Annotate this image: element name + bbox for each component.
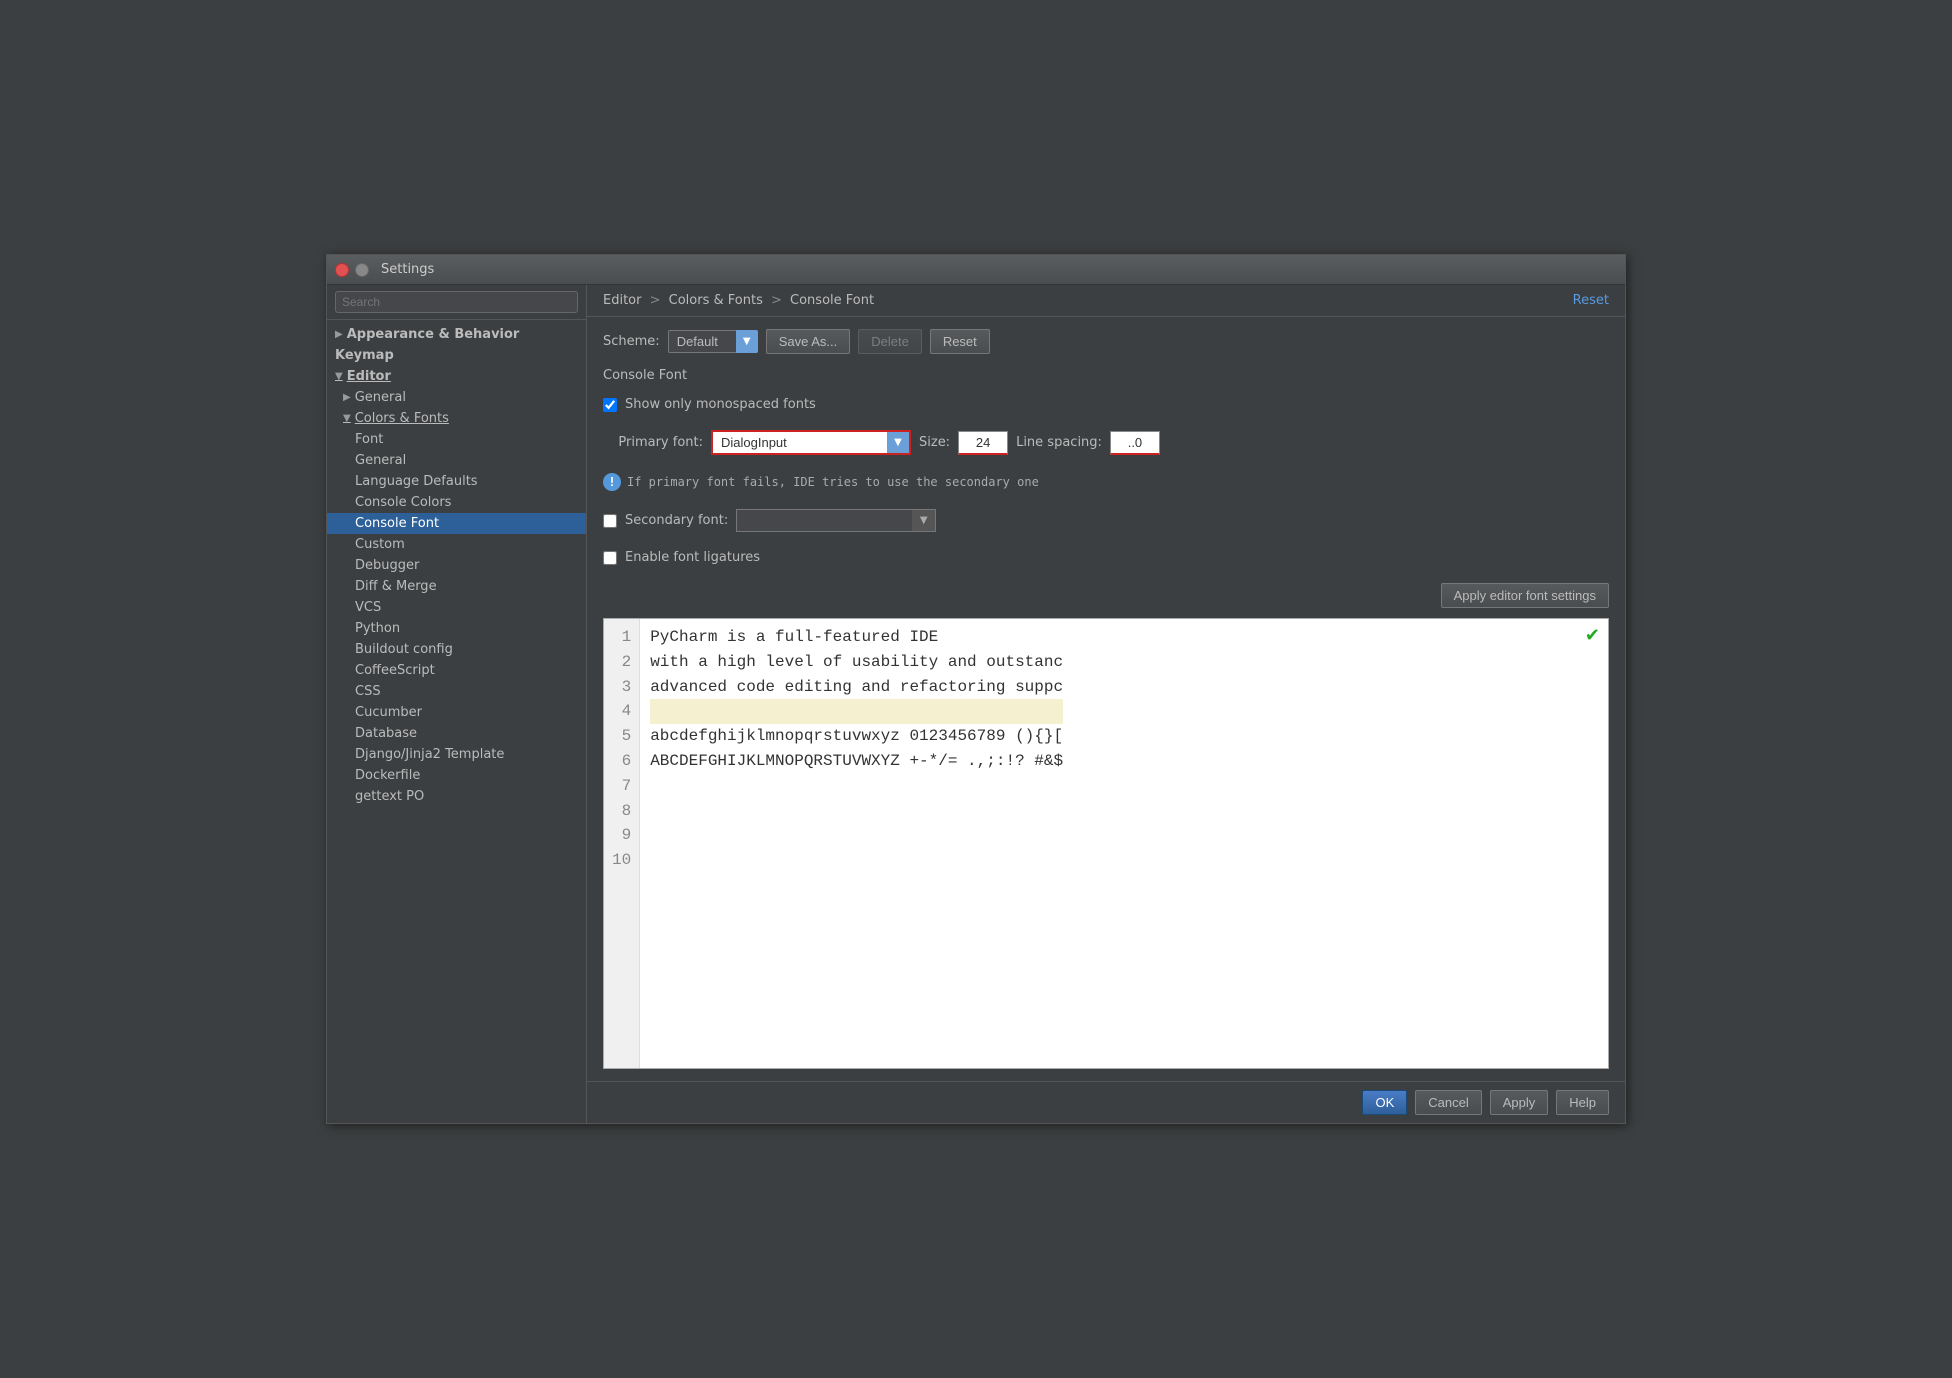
secondary-font-row: Secondary font: ▼ <box>603 509 1609 532</box>
ligatures-row: Enable font ligatures <box>603 550 1609 565</box>
check-mark-icon: ✔ <box>1585 625 1600 646</box>
preview-content: 1 2 3 4 5 6 7 8 9 10 PyCharm is a <box>604 619 1608 1068</box>
save-as-button[interactable]: Save As... <box>766 329 851 354</box>
sidebar-item-general2[interactable]: General <box>327 450 586 471</box>
section-title: Console Font <box>603 368 1609 383</box>
show-monospaced-label[interactable]: Show only monospaced fonts <box>625 397 816 412</box>
arrow-icon: ▶ <box>343 392 351 403</box>
primary-font-row: Primary font: ▼ Size: Line spacing: <box>603 430 1609 455</box>
show-monospaced-checkbox[interactable] <box>603 398 617 412</box>
help-button[interactable]: Help <box>1556 1090 1609 1115</box>
apply-button[interactable]: Apply <box>1490 1090 1549 1115</box>
reset-link[interactable]: Reset <box>1573 293 1609 308</box>
arrow-icon: ▼ <box>343 413 351 424</box>
sidebar-item-gettext[interactable]: gettext PO <box>327 786 586 807</box>
info-message: If primary font fails, IDE tries to use … <box>627 475 1039 489</box>
info-row: ! If primary font fails, IDE tries to us… <box>603 473 1609 491</box>
code-preview: PyCharm is a full-featured IDE with a hi… <box>640 619 1073 1068</box>
sidebar-item-vcs[interactable]: VCS <box>327 597 586 618</box>
sidebar-item-editor[interactable]: ▼ Editor <box>327 366 586 387</box>
content-area: Scheme: Default Darcula Monokai ▼ Save A… <box>587 317 1625 1081</box>
apply-editor-font-button[interactable]: Apply editor font settings <box>1441 583 1609 608</box>
scheme-select-wrapper: Default Darcula Monokai ▼ <box>668 330 758 353</box>
settings-dialog: Settings ▶ Appearance & Behavior Keymap … <box>326 254 1626 1124</box>
secondary-font-checkbox[interactable] <box>603 514 617 528</box>
scheme-label: Scheme: <box>603 334 660 349</box>
primary-font-wrapper: ▼ <box>711 430 911 455</box>
show-monospaced-row: Show only monospaced fonts <box>603 397 1609 412</box>
size-label: Size: <box>919 435 950 450</box>
primary-font-input[interactable] <box>711 430 911 455</box>
breadcrumb: Editor > Colors & Fonts > Console Font <box>603 293 874 308</box>
sidebar-item-console-font[interactable]: Console Font <box>327 513 586 534</box>
sidebar-item-django[interactable]: Django/Jinja2 Template <box>327 744 586 765</box>
code-line-1: PyCharm is a full-featured IDE <box>650 625 1063 650</box>
sidebar-item-keymap[interactable]: Keymap <box>327 345 586 366</box>
line-spacing-input[interactable] <box>1110 431 1160 455</box>
scheme-select[interactable]: Default Darcula Monokai <box>668 330 758 353</box>
sidebar-item-dockerfile[interactable]: Dockerfile <box>327 765 586 786</box>
secondary-font-arrow-icon[interactable]: ▼ <box>912 509 936 532</box>
code-line-4 <box>650 699 1063 724</box>
cancel-button[interactable]: Cancel <box>1415 1090 1481 1115</box>
search-input[interactable] <box>335 291 578 313</box>
sidebar-item-coffeescript[interactable]: CoffeeScript <box>327 660 586 681</box>
line-spacing-label: Line spacing: <box>1016 435 1102 450</box>
sidebar-item-custom[interactable]: Custom <box>327 534 586 555</box>
preview-area: ✔ 1 2 3 4 5 6 7 8 9 10 <box>603 618 1609 1069</box>
sidebar-item-font[interactable]: Font <box>327 429 586 450</box>
sidebar-item-language-defaults[interactable]: Language Defaults <box>327 471 586 492</box>
arrow-icon: ▶ <box>335 329 343 340</box>
sidebar-item-console-colors[interactable]: Console Colors <box>327 492 586 513</box>
sidebar-item-cucumber[interactable]: Cucumber <box>327 702 586 723</box>
sidebar-item-debugger[interactable]: Debugger <box>327 555 586 576</box>
scheme-row: Scheme: Default Darcula Monokai ▼ Save A… <box>603 329 1609 354</box>
breadcrumb-bar: Editor > Colors & Fonts > Console Font R… <box>587 285 1625 317</box>
secondary-font-label[interactable]: Secondary font: <box>625 513 728 528</box>
line-numbers: 1 2 3 4 5 6 7 8 9 10 <box>604 619 640 1068</box>
sidebar-item-database[interactable]: Database <box>327 723 586 744</box>
code-line-9 <box>650 823 1063 848</box>
code-line-5: abcdefghijklmnopqrstuvwxyz 0123456789 ()… <box>650 724 1063 749</box>
titlebar: Settings <box>327 255 1625 285</box>
sidebar: ▶ Appearance & Behavior Keymap ▼ Editor … <box>327 285 587 1123</box>
apply-editor-font-row: Apply editor font settings <box>603 583 1609 608</box>
ligatures-checkbox[interactable] <box>603 551 617 565</box>
primary-font-label: Primary font: <box>603 435 703 450</box>
sidebar-item-general[interactable]: ▶ General <box>327 387 586 408</box>
secondary-font-wrapper: ▼ <box>736 509 936 532</box>
primary-font-dropdown-arrow-icon[interactable]: ▼ <box>887 430 911 455</box>
code-line-6: ABCDEFGHIJKLMNOPQRSTUVWXYZ +-*/= .,;:!? … <box>650 749 1063 774</box>
code-line-8 <box>650 799 1063 824</box>
code-line-7 <box>650 774 1063 799</box>
sidebar-item-colors-fonts[interactable]: ▼ Colors & Fonts <box>327 408 586 429</box>
info-icon: ! <box>603 473 621 491</box>
right-panel: Editor > Colors & Fonts > Console Font R… <box>587 285 1625 1123</box>
sidebar-item-python[interactable]: Python <box>327 618 586 639</box>
search-box <box>327 285 586 320</box>
size-input[interactable] <box>958 431 1008 455</box>
scheme-reset-button[interactable]: Reset <box>930 329 990 354</box>
tree-area: ▶ Appearance & Behavior Keymap ▼ Editor … <box>327 320 586 1123</box>
delete-button[interactable]: Delete <box>858 329 922 354</box>
code-line-10 <box>650 848 1063 873</box>
close-button[interactable] <box>335 263 349 277</box>
footer: OK Cancel Apply Help <box>587 1081 1625 1123</box>
minimize-button[interactable] <box>355 263 369 277</box>
sidebar-item-diff-merge[interactable]: Diff & Merge <box>327 576 586 597</box>
secondary-font-input[interactable] <box>736 509 936 532</box>
ligatures-label[interactable]: Enable font ligatures <box>625 550 760 565</box>
sidebar-item-css[interactable]: CSS <box>327 681 586 702</box>
code-line-2: with a high level of usability and outst… <box>650 650 1063 675</box>
main-content: ▶ Appearance & Behavior Keymap ▼ Editor … <box>327 285 1625 1123</box>
sidebar-item-buildout[interactable]: Buildout config <box>327 639 586 660</box>
sidebar-item-appearance[interactable]: ▶ Appearance & Behavior <box>327 324 586 345</box>
ok-button[interactable]: OK <box>1362 1090 1407 1115</box>
arrow-icon: ▼ <box>335 371 343 382</box>
titlebar-title: Settings <box>381 262 434 277</box>
code-line-3: advanced code editing and refactoring su… <box>650 675 1063 700</box>
